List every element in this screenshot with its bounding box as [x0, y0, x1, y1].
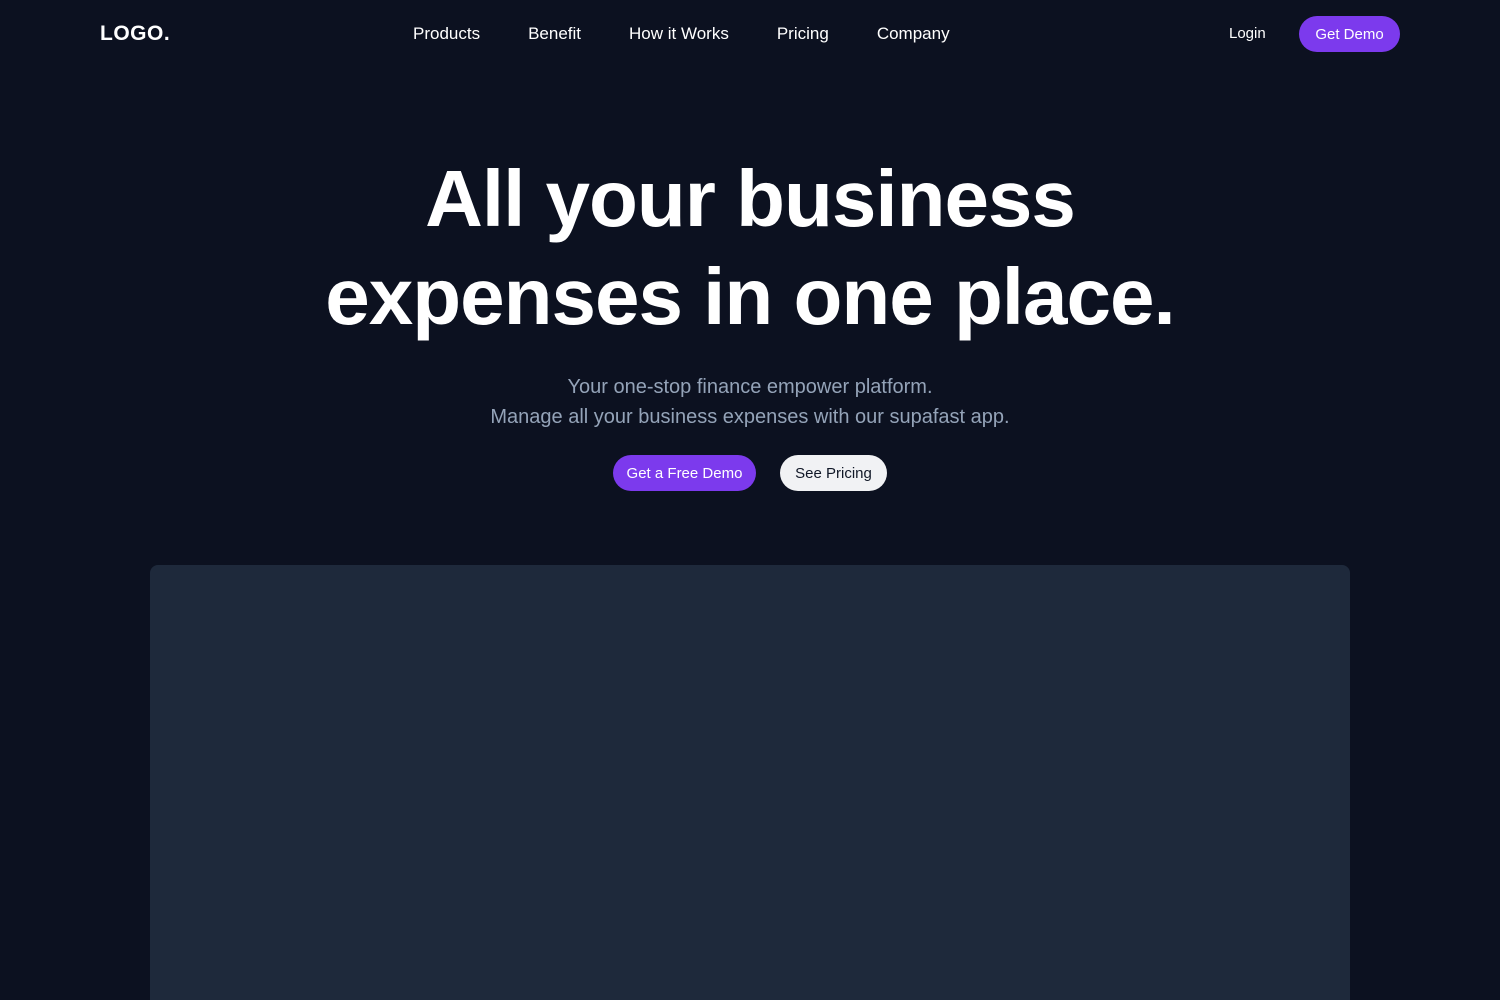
hero-subtitle-line-1: Your one-stop finance empower platform. [567, 376, 933, 398]
logo[interactable]: LOGO. [100, 22, 170, 46]
site-header: LOGO. Products Benefit How it Works Pric… [0, 0, 1500, 68]
hero-subtitle-line-2: Manage all your business expenses with o… [490, 406, 1010, 428]
get-demo-button[interactable]: Get Demo [1299, 16, 1400, 52]
cta-row: Get a Free Demo See Pricing [613, 455, 887, 491]
see-pricing-button[interactable]: See Pricing [780, 455, 887, 491]
hero-title-line-2: expenses in one place. [325, 252, 1175, 341]
login-link[interactable]: Login [1229, 24, 1266, 44]
landing-page: LOGO. Products Benefit How it Works Pric… [0, 0, 1500, 1000]
nav-item-benefit[interactable]: Benefit [528, 23, 581, 45]
nav-item-products[interactable]: Products [413, 23, 480, 45]
main-nav: Products Benefit How it Works Pricing Co… [413, 23, 950, 45]
hero-title: All your business expenses in one place. [0, 150, 1500, 346]
hero-subtitle: Your one-stop finance empower platform. … [0, 372, 1500, 432]
nav-item-company[interactable]: Company [877, 23, 950, 45]
get-free-demo-button[interactable]: Get a Free Demo [613, 455, 756, 491]
nav-item-how-it-works[interactable]: How it Works [629, 23, 729, 45]
nav-item-pricing[interactable]: Pricing [777, 23, 829, 45]
product-preview-panel [150, 565, 1350, 1000]
hero-title-line-1: All your business [425, 154, 1076, 243]
